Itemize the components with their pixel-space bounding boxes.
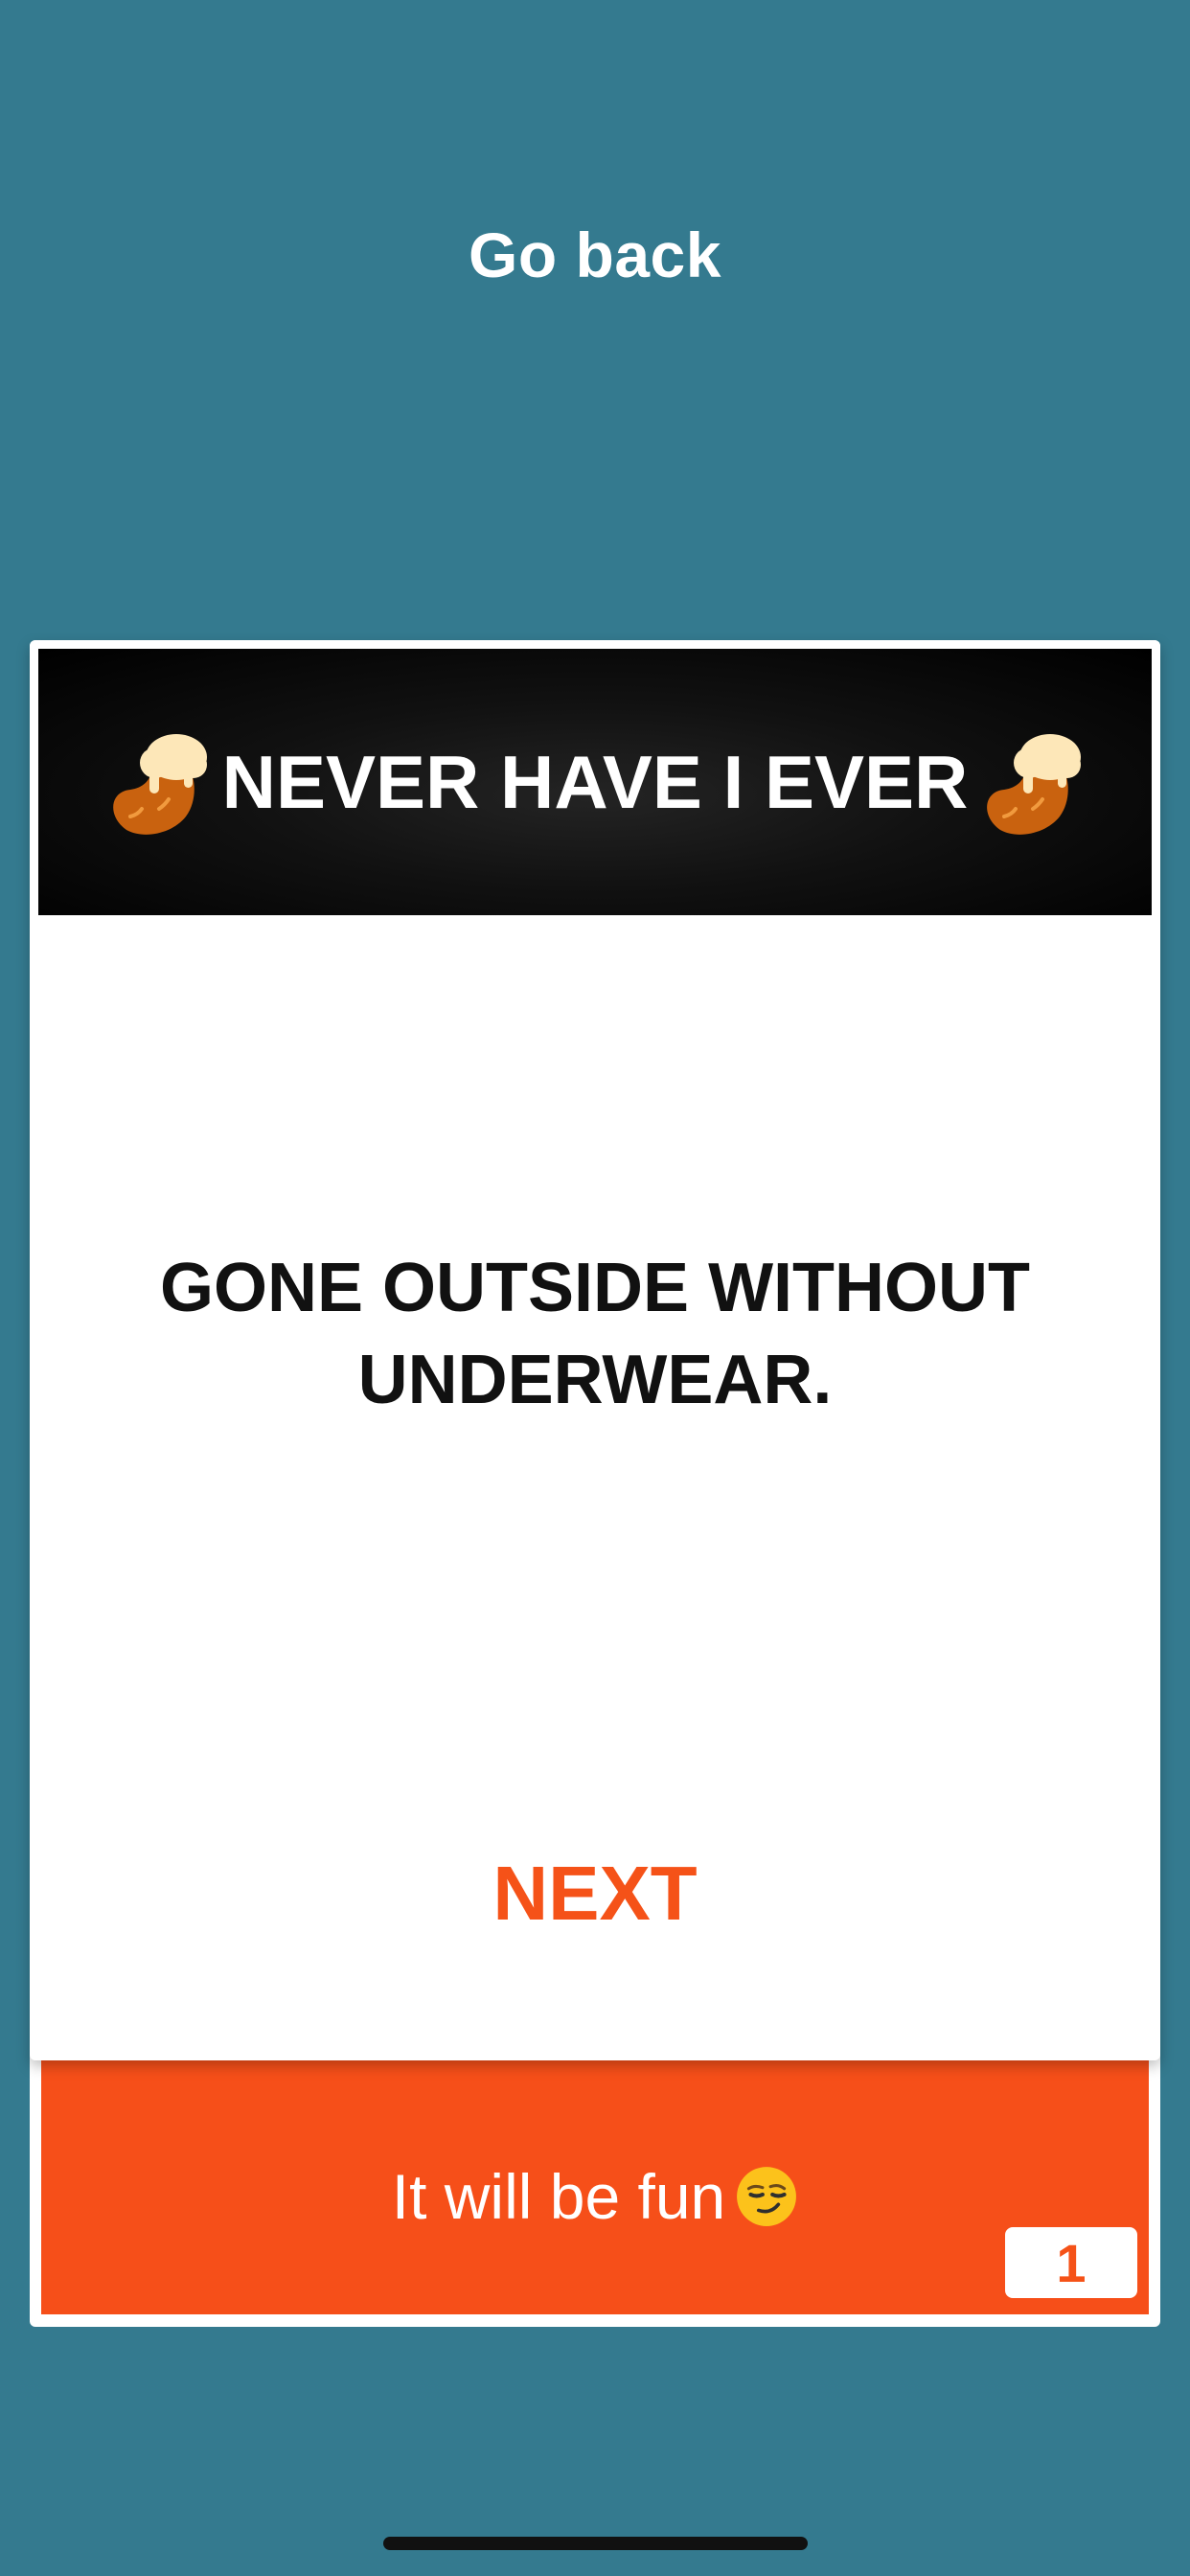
home-indicator[interactable] [383,2537,808,2550]
go-back-button[interactable]: Go back [0,218,1190,291]
beer-mug-icon [987,734,1082,835]
question-text: GONE OUTSIDE WITHOUT UNDERWEAR. [160,1250,1030,1418]
question-card: NEVER HAVE I EVER GONE OUTSIDE WITHOUT U… [30,640,1160,2060]
footer-message-text: It will be fun [391,2161,726,2232]
card-title: NEVER HAVE I EVER [221,739,969,824]
card-counter-badge: 1 [1005,2227,1137,2298]
card-header: NEVER HAVE I EVER [38,649,1152,915]
footer-message: It will be fun [41,2160,1149,2233]
next-button[interactable]: NEXT [30,1850,1160,1938]
smirking-face-icon [737,2167,797,2226]
footer-bar: It will be fun 1 [41,2060,1149,2314]
beer-mug-icon [112,734,207,835]
screen: Go back It will be fun 1 NEVER HAVE I EV… [0,0,1190,2576]
